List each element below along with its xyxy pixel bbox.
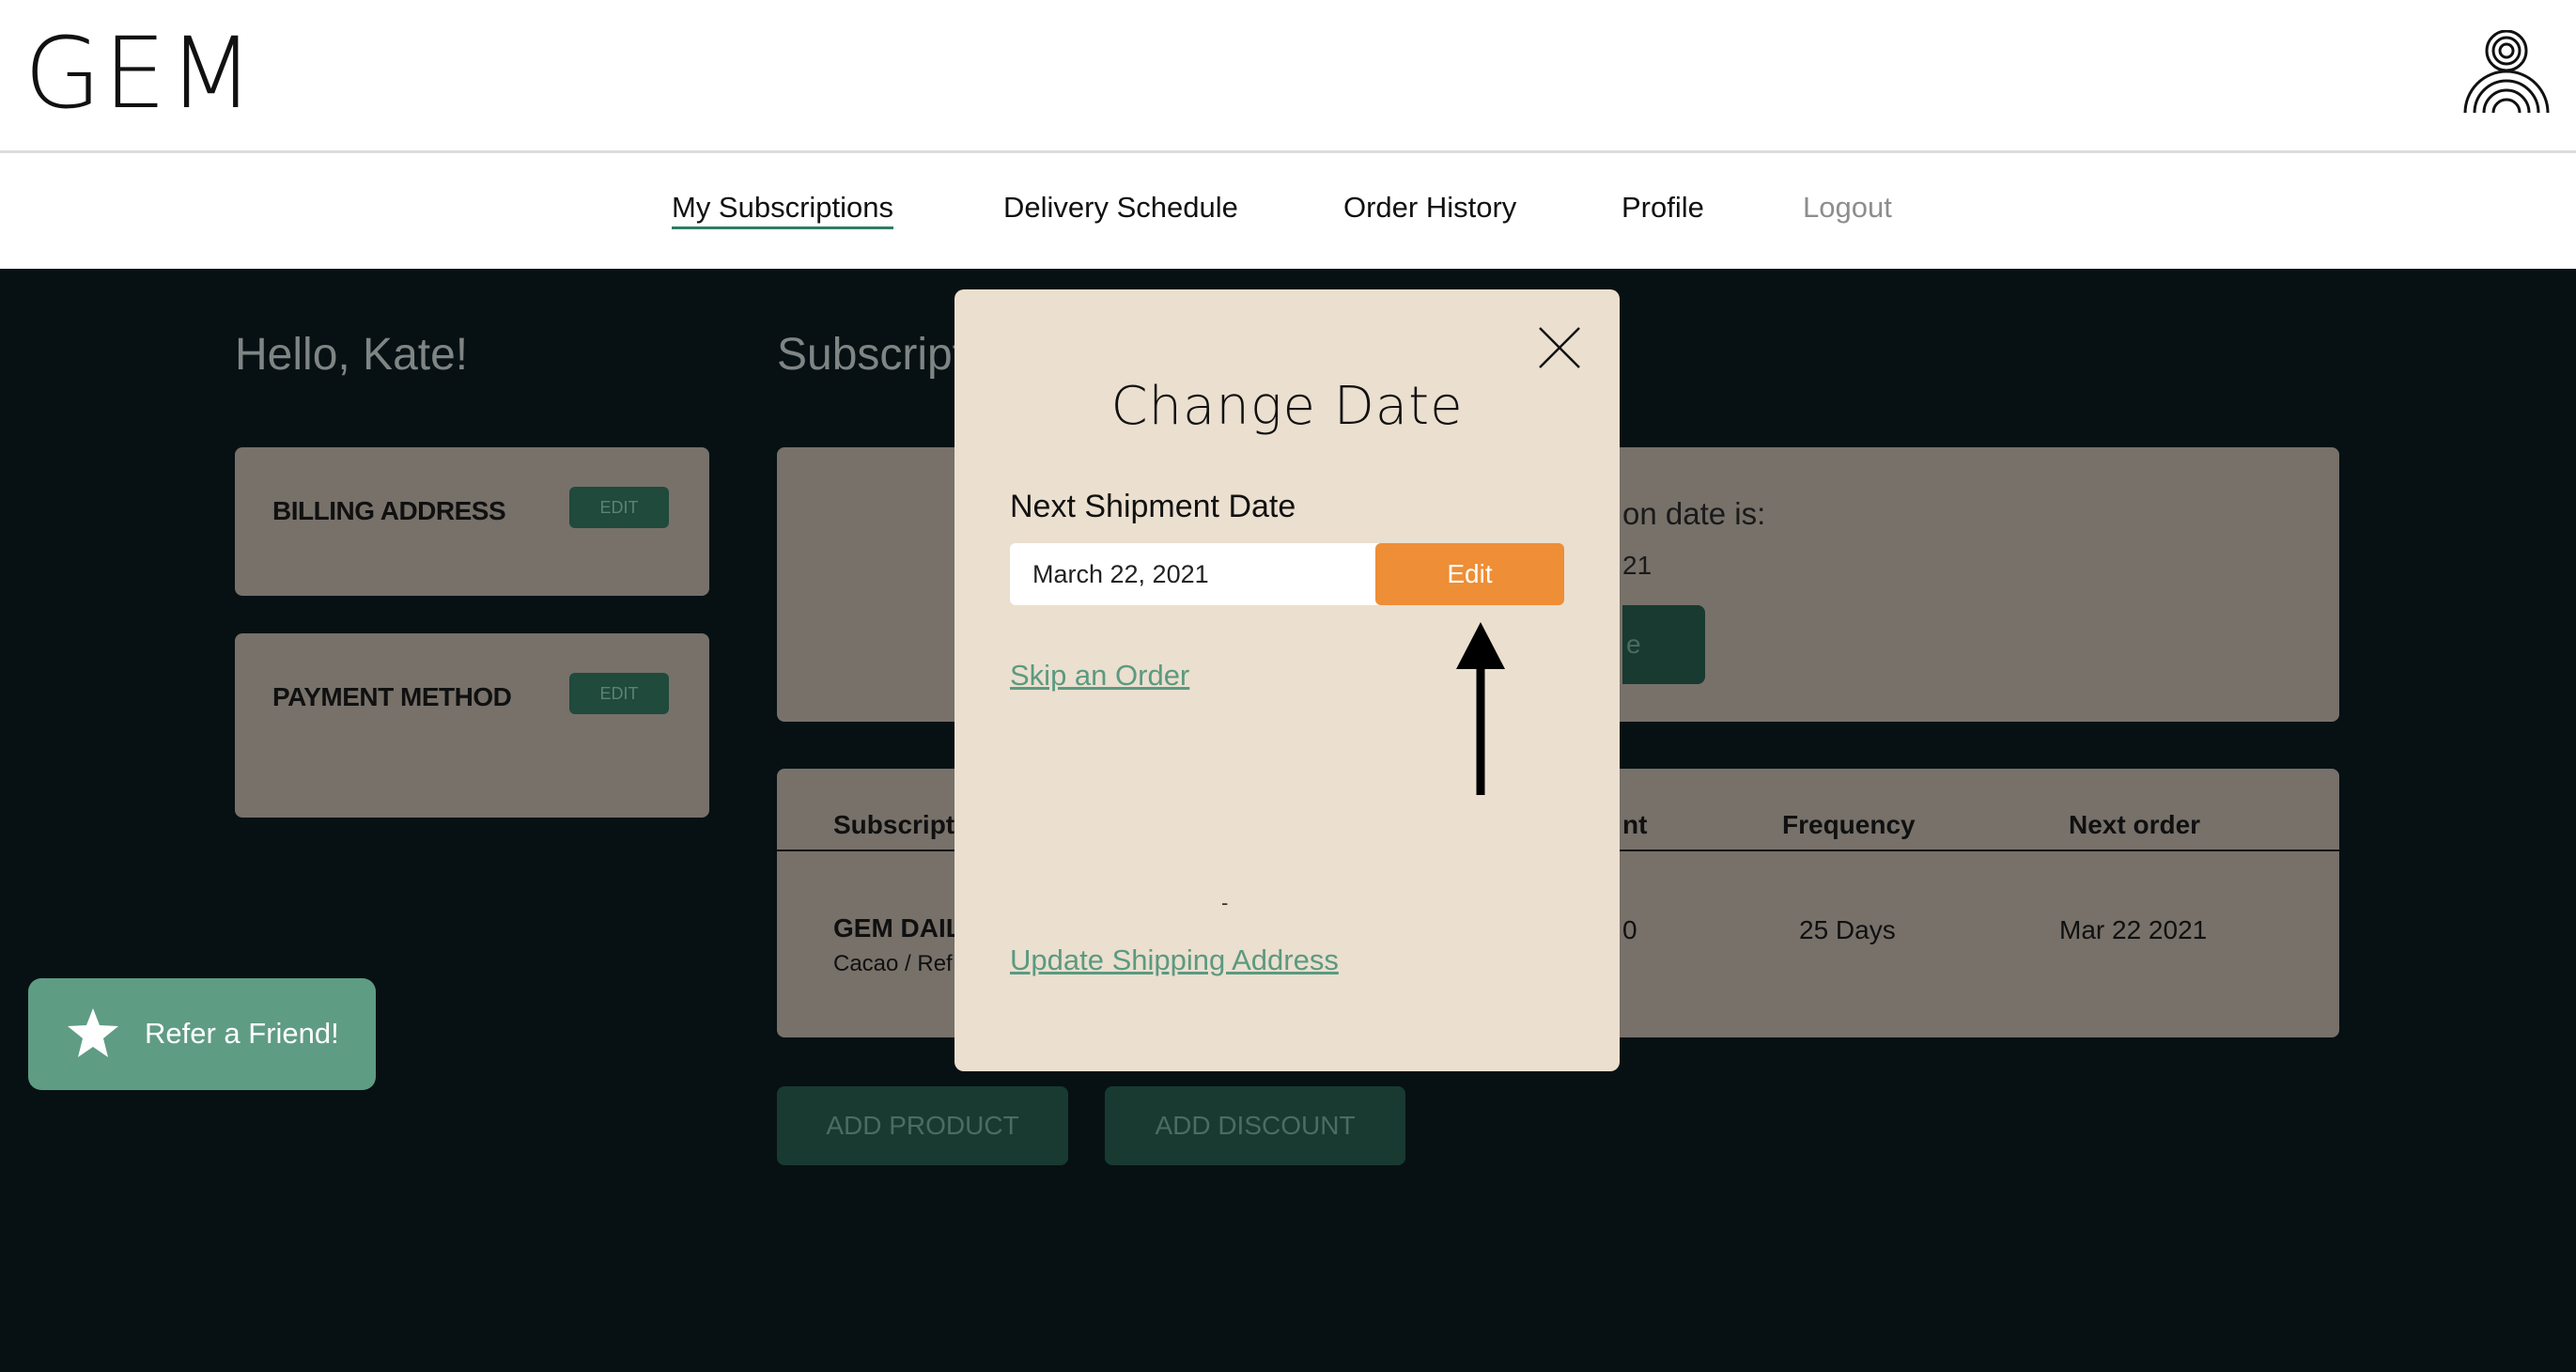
row-amount: 0 (1622, 915, 1637, 944)
nav-delivery-schedule[interactable]: Delivery Schedule (1003, 191, 1238, 225)
nav-order-history[interactable]: Order History (1343, 191, 1516, 225)
close-icon[interactable] (1537, 325, 1582, 370)
site-header: GEM (0, 0, 2576, 153)
nav-logout[interactable]: Logout (1803, 191, 1892, 225)
separator-dash: - (1221, 891, 1229, 914)
change-date-button[interactable]: e (1622, 605, 1705, 684)
gem-logo[interactable]: GEM (24, 24, 256, 122)
main-nav: My Subscriptions Delivery Schedule Order… (0, 153, 2576, 269)
payment-edit-button[interactable]: EDIT (569, 673, 669, 714)
next-shipment-date-label: Next Shipment Date (1010, 489, 1296, 524)
greeting: Hello, Kate! (235, 330, 469, 380)
row-next-order: Mar 22 2021 (2059, 915, 2208, 944)
change-date-modal: Change Date Next Shipment Date Edit Skip… (954, 289, 1620, 1071)
row-product-variant: Cacao / Ref (833, 951, 953, 976)
header-next-order: Next order (2069, 810, 2201, 839)
shipment-date-line: on date is: (1622, 496, 1766, 531)
shipment-date-input[interactable] (1010, 543, 1386, 605)
account-icon[interactable] (2461, 30, 2552, 117)
skip-order-link[interactable]: Skip an Order (1010, 659, 1189, 693)
nav-my-subscriptions[interactable]: My Subscriptions (672, 191, 894, 229)
add-discount-button[interactable]: ADD DISCOUNT (1105, 1086, 1405, 1165)
payment-method-label: PAYMENT METHOD (272, 682, 512, 711)
nav-profile[interactable]: Profile (1622, 191, 1704, 225)
row-frequency: 25 Days (1799, 915, 1896, 944)
header-subscription: Subscripti (833, 810, 962, 839)
refer-friend-label: Refer a Friend! (145, 1017, 339, 1050)
add-product-button[interactable]: ADD PRODUCT (777, 1086, 1068, 1165)
billing-address-label: BILLING ADDRESS (272, 496, 506, 525)
header-frequency: Frequency (1782, 810, 1916, 839)
billing-edit-button[interactable]: EDIT (569, 487, 669, 528)
arrow-up-icon (1456, 622, 1505, 795)
subscriptions-title: Subscripti (777, 330, 975, 380)
payment-method-card: PAYMENT METHOD EDIT (235, 633, 709, 818)
star-icon (68, 1008, 118, 1057)
update-shipping-address-link[interactable]: Update Shipping Address (1010, 943, 1339, 977)
refer-friend-button[interactable]: Refer a Friend! (28, 978, 376, 1090)
shipment-date-value: 21 (1622, 551, 1653, 580)
billing-address-card: BILLING ADDRESS EDIT (235, 447, 709, 596)
edit-date-button[interactable]: Edit (1375, 543, 1564, 605)
modal-title: Change Date (1110, 376, 1464, 437)
header-amount: nt (1622, 810, 1648, 839)
